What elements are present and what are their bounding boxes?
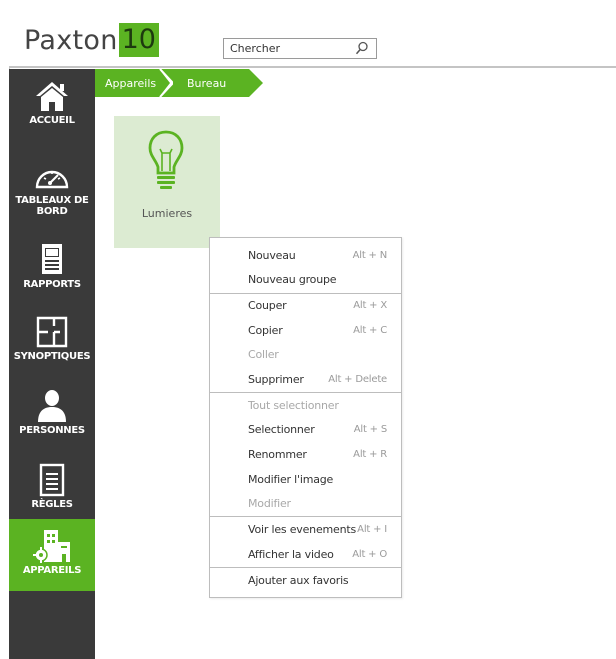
context-menu: Nouveau Alt + N Nouveau groupe Couper Al…	[209, 237, 402, 598]
sidebar-item-tableaux-de-bord[interactable]: TABLEAUX DE BORD	[9, 149, 95, 229]
floorplan-icon	[32, 313, 72, 351]
menu-item-label: Tout selectionner	[248, 398, 339, 412]
menu-item-label: Supprimer	[248, 372, 304, 386]
sidebar-item-label: APPAREILS	[22, 565, 82, 576]
device-tile-lumieres[interactable]: Lumieres	[114, 116, 220, 248]
menu-item-shortcut: Alt + Delete	[328, 373, 387, 385]
search-input[interactable]	[224, 39, 352, 58]
breadcrumb-item-bureau[interactable]: Bureau	[173, 69, 249, 97]
breadcrumb-item-appareils[interactable]: Appareils	[95, 69, 175, 97]
home-icon	[32, 77, 72, 115]
menu-item-couper[interactable]: Couper Alt + X	[210, 293, 401, 317]
menu-item-label: Voir les evenements	[248, 522, 357, 536]
menu-item-label: Modifier l'image	[248, 472, 334, 486]
menu-item-shortcut: Alt + C	[353, 324, 387, 336]
menu-item-tout-selectionner[interactable]: Tout selectionner	[210, 393, 401, 417]
menu-item-shortcut: Alt + I	[357, 523, 387, 535]
menu-item-selectionner[interactable]: Selectionner Alt + S	[210, 417, 401, 441]
sidebar-item-label: PERSONNES	[19, 425, 85, 436]
rules-list-icon	[32, 461, 72, 499]
menu-item-shortcut: Alt + N	[352, 249, 388, 261]
menu-item-label: Renommer	[248, 447, 307, 461]
search-box[interactable]	[223, 38, 377, 59]
menu-item-voir-evenements[interactable]: Voir les evenements Alt + I	[210, 517, 401, 541]
menu-item-shortcut: Alt + S	[353, 423, 387, 435]
menu-item-label: Modifier	[248, 496, 291, 510]
menu-item-shortcut: Alt + X	[353, 299, 387, 311]
menu-item-afficher-video[interactable]: Afficher la video Alt + O	[210, 542, 401, 566]
sidebar-item-label: SYNOPTIQUES	[13, 351, 91, 362]
breadcrumb: Appareils Bureau	[95, 69, 263, 97]
lightbulb-icon	[148, 130, 184, 189]
logo-text: Paxton	[24, 24, 118, 56]
menu-item-renommer[interactable]: Renommer Alt + R	[210, 442, 401, 466]
breadcrumb-end-arrow-icon	[249, 69, 263, 97]
sidebar-item-label: RÈGLES	[31, 499, 73, 510]
menu-item-modifier[interactable]: Modifier	[210, 491, 401, 515]
paxton-logo: Paxton 10	[24, 23, 159, 57]
person-icon	[32, 387, 72, 425]
logo-number: 10	[118, 23, 159, 57]
search-icon[interactable]	[355, 41, 369, 56]
menu-item-nouveau[interactable]: Nouveau Alt + N	[210, 243, 401, 267]
sidebar-nav: ACCUEIL TABLEAUX DE BORD RAPPORTS SYNOPT…	[9, 69, 95, 659]
sidebar-item-label: ACCUEIL	[29, 115, 75, 126]
menu-item-shortcut: Alt + O	[352, 548, 387, 560]
menu-item-label: Coller	[248, 347, 279, 361]
menu-item-copier[interactable]: Copier Alt + C	[210, 318, 401, 342]
menu-item-supprimer[interactable]: Supprimer Alt + Delete	[210, 367, 401, 391]
breadcrumb-label: Bureau	[187, 76, 227, 90]
menu-item-ajouter-favoris[interactable]: Ajouter aux favoris	[210, 568, 401, 592]
menu-item-label: Afficher la video	[248, 547, 334, 561]
menu-item-label: Nouveau	[248, 248, 296, 262]
sidebar-item-label: TABLEAUX DE BORD	[15, 195, 89, 217]
sidebar-item-appareils[interactable]: APPAREILS	[9, 519, 95, 591]
menu-item-nouveau-groupe[interactable]: Nouveau groupe	[210, 267, 401, 291]
menu-item-label: Selectionner	[248, 422, 315, 436]
menu-item-label: Copier	[248, 323, 283, 337]
devices-building-icon	[32, 527, 72, 565]
breadcrumb-label: Appareils	[105, 76, 157, 90]
menu-item-label: Nouveau groupe	[248, 272, 337, 286]
sidebar-item-synoptiques[interactable]: SYNOPTIQUES	[9, 305, 95, 377]
menu-item-label: Ajouter aux favoris	[248, 573, 349, 587]
menu-item-shortcut: Alt + R	[353, 448, 387, 460]
tile-label: Lumieres	[141, 207, 193, 220]
menu-item-coller[interactable]: Coller	[210, 342, 401, 366]
sidebar-item-accueil[interactable]: ACCUEIL	[9, 69, 95, 141]
sidebar-item-rapports[interactable]: RAPPORTS	[9, 233, 95, 305]
dashboard-gauge-icon	[32, 157, 72, 195]
sidebar-item-label: RAPPORTS	[23, 279, 81, 290]
sidebar-item-regles[interactable]: RÈGLES	[9, 453, 95, 525]
menu-item-modifier-image[interactable]: Modifier l'image	[210, 467, 401, 491]
top-header: Paxton 10	[9, 9, 616, 68]
report-icon	[32, 241, 72, 279]
menu-item-label: Couper	[248, 298, 287, 312]
sidebar-item-personnes[interactable]: PERSONNES	[9, 379, 95, 451]
